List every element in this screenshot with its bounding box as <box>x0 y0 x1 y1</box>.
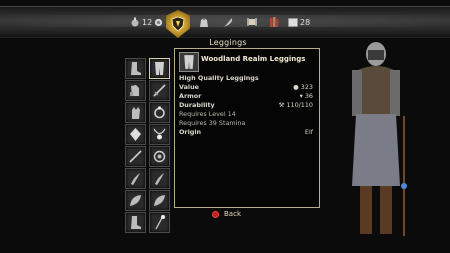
back-label: Back <box>224 210 241 218</box>
sword-icon <box>129 150 142 163</box>
staff-icon <box>155 215 165 230</box>
sword-icon <box>153 84 166 97</box>
inventory-slot[interactable] <box>149 146 170 167</box>
leaf-icon <box>154 195 165 206</box>
leaf-icon <box>130 195 141 206</box>
armor-shield-icon <box>171 16 185 32</box>
claw-icon <box>155 173 164 185</box>
durability-number: 110/110 <box>286 101 313 109</box>
req-stamina: Requires 39 Stamina <box>179 119 246 127</box>
inventory-slot[interactable] <box>125 168 146 189</box>
item-name: Woodland Realm Leggings <box>201 55 306 63</box>
armor-row: Armor ▾ 36 <box>179 92 315 100</box>
item-tooltip: Woodland Realm Leggings High Quality Leg… <box>174 48 320 208</box>
ring-icon <box>153 150 166 163</box>
b-button-icon <box>212 210 219 218</box>
inventory-slot[interactable] <box>125 58 146 79</box>
gauntlet-icon <box>130 85 139 96</box>
back-button[interactable]: Back <box>212 210 241 218</box>
inventory-slot[interactable] <box>125 146 146 167</box>
books-icon <box>270 17 279 27</box>
character-model <box>352 42 407 236</box>
necklace-icon <box>153 128 166 140</box>
shield-icon: ▾ <box>299 92 303 100</box>
origin-label: Origin <box>179 128 202 136</box>
durability-label: Durability <box>179 101 215 109</box>
armor-number: 36 <box>304 92 313 100</box>
origin-value: Elf <box>304 128 313 136</box>
armor-value: ▾ 36 <box>300 92 313 100</box>
inventory-slot[interactable] <box>149 124 170 145</box>
category-bags[interactable] <box>198 14 210 30</box>
hammer-icon: ⚒ <box>278 101 285 109</box>
potion-icon <box>131 17 139 27</box>
durability-value: ⚒ 110/110 <box>279 101 313 109</box>
category-crafting[interactable] <box>222 14 234 30</box>
item-quality-row: High Quality Leggings <box>179 74 315 82</box>
gem-icon <box>130 128 141 141</box>
leg-armor-icon <box>184 55 194 69</box>
inventory-slot[interactable] <box>149 102 170 123</box>
category-consumables[interactable]: 12 <box>130 14 163 30</box>
boot-icon <box>131 216 141 229</box>
glove-icon <box>132 107 140 119</box>
inventory-slot[interactable] <box>149 190 170 211</box>
inventory-slot[interactable] <box>125 212 146 233</box>
card-icon <box>288 17 298 27</box>
ring-icon <box>154 106 165 119</box>
inventory-slot[interactable] <box>125 124 146 145</box>
inventory-slot[interactable] <box>125 102 146 123</box>
coin-icon: ● <box>293 83 299 91</box>
leg-armor-icon <box>155 62 164 75</box>
value-label: Value <box>179 83 199 91</box>
inventory-slot[interactable] <box>149 80 170 101</box>
value-row: Value ● 323 <box>179 83 315 91</box>
category-books[interactable] <box>268 14 280 30</box>
coin-icon <box>155 18 163 26</box>
category-misc[interactable]: 28 <box>288 14 310 30</box>
gold-count: 12 <box>142 17 153 27</box>
armor-label: Armor <box>179 92 202 100</box>
inventory-slot[interactable] <box>149 212 170 233</box>
value-value: ● 323 <box>293 83 313 91</box>
inventory-slot[interactable] <box>125 190 146 211</box>
misc-count: 28 <box>300 17 311 27</box>
origin-row: Origin Elf <box>179 128 315 136</box>
item-thumbnail <box>179 52 199 72</box>
boot-icon <box>131 62 141 75</box>
category-scrolls[interactable] <box>246 14 258 30</box>
item-quality: High Quality Leggings <box>179 74 259 82</box>
claw-icon <box>131 173 140 185</box>
durability-row: Durability ⚒ 110/110 <box>179 101 315 109</box>
inventory-slot-selected[interactable] <box>149 58 170 79</box>
inventory-slot[interactable] <box>125 80 146 101</box>
req-level: Requires Level 14 <box>179 110 236 118</box>
feather-icon <box>223 18 233 28</box>
bag-icon <box>200 17 208 27</box>
value-number: 323 <box>300 83 313 91</box>
inventory-slot[interactable] <box>149 168 170 189</box>
scroll-icon <box>247 18 257 26</box>
